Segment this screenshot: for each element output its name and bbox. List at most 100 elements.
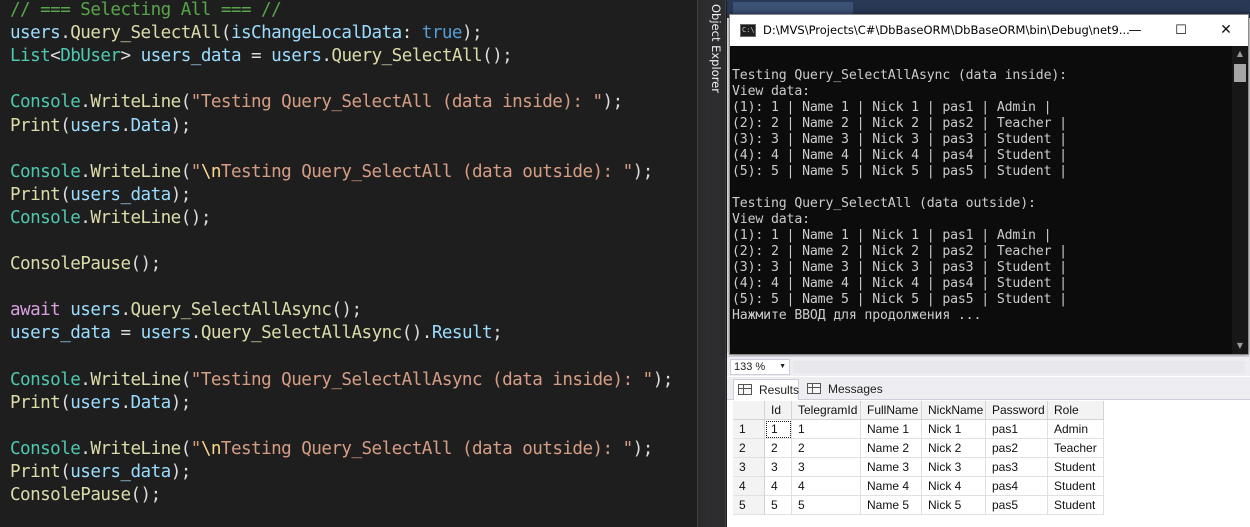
- code-token: );: [170, 392, 192, 413]
- column-header[interactable]: Id: [765, 401, 792, 420]
- code-token: Console: [10, 207, 81, 228]
- column-header[interactable]: Password: [986, 401, 1048, 420]
- table-cell[interactable]: 1: [792, 420, 861, 439]
- table-cell[interactable]: 2: [792, 439, 861, 458]
- code-token: .: [80, 369, 91, 390]
- maximize-button[interactable]: ☐: [1158, 15, 1204, 46]
- table-cell[interactable]: Nick 2: [922, 439, 986, 458]
- zoom-value: 133 %: [734, 361, 766, 373]
- code-token: ();: [331, 300, 362, 321]
- code-token: ().: [401, 323, 433, 344]
- results-grid[interactable]: Id TelegramId FullName NickName Password Role…: [727, 401, 1250, 527]
- code-token: .: [120, 300, 131, 321]
- code-token: ConsolePause: [10, 254, 131, 275]
- row-number[interactable]: 5: [733, 496, 765, 515]
- scroll-up-arrow-icon[interactable]: ▲: [1232, 46, 1248, 62]
- table-cell[interactable]: pas1: [986, 420, 1048, 439]
- code-line: users.Query_SelectAll(isChangeLocalData:…: [10, 22, 483, 45]
- horizontal-scrollbar[interactable]: [793, 361, 1245, 373]
- table-cell[interactable]: 3: [792, 458, 861, 477]
- table-cell[interactable]: Nick 4: [922, 477, 986, 496]
- code-token: Query_SelectAllAsync: [130, 300, 332, 321]
- scroll-thumb[interactable]: [1234, 64, 1246, 82]
- scroll-down-arrow-icon[interactable]: ▼: [1232, 338, 1248, 354]
- code-token: List: [10, 46, 51, 67]
- tab-results[interactable]: Results: [733, 379, 799, 400]
- table-cell[interactable]: 4: [765, 477, 792, 496]
- console-line: (3): 3 | Name 3 | Nick 3 | pas3 | Studen…: [732, 260, 1067, 275]
- results-tab-bar: Results Messages: [727, 377, 1250, 400]
- table-cell[interactable]: Name 5: [861, 496, 922, 515]
- code-token: "Testing Query_SelectAll (data inside): …: [190, 92, 603, 113]
- console-window[interactable]: C:\ D:\MVS\Projects\C#\DbBaseORM\DbBaseO…: [729, 14, 1249, 355]
- code-token: Result: [431, 323, 493, 344]
- code-line: ConsolePause();: [10, 484, 161, 507]
- column-header[interactable]: NickName: [922, 401, 986, 420]
- code-token: );: [652, 369, 674, 390]
- table-cell[interactable]: 2: [765, 439, 792, 458]
- console-titlebar[interactable]: C:\ D:\MVS\Projects\C#\DbBaseORM\DbBaseO…: [730, 15, 1248, 46]
- code-token: Query_SelectAllAsync: [200, 323, 402, 344]
- tab-messages[interactable]: Messages: [803, 379, 883, 400]
- code-token: Print: [10, 462, 61, 482]
- code-editor[interactable]: // === Selecting All === //users.Query_S…: [0, 0, 697, 527]
- code-token: Data: [130, 115, 172, 136]
- table-cell[interactable]: Admin: [1048, 420, 1104, 439]
- column-header[interactable]: TelegramId: [792, 401, 861, 420]
- table-cell[interactable]: 5: [765, 496, 792, 515]
- minimize-button[interactable]: —: [1112, 15, 1158, 46]
- table-cell[interactable]: pas2: [986, 439, 1048, 458]
- chevron-down-icon: ▼: [779, 363, 786, 370]
- code-token: );: [632, 161, 654, 182]
- code-line: // === Selecting All === //: [10, 0, 282, 22]
- code-token: WriteLine: [90, 369, 181, 390]
- code-token: Print: [10, 115, 61, 136]
- console-line: (4): 4 | Name 4 | Nick 4 | pas4 | Studen…: [732, 148, 1067, 163]
- zoom-select[interactable]: 133 % ▼: [730, 359, 790, 375]
- close-button[interactable]: ✕: [1203, 15, 1249, 46]
- code-token: WriteLine: [90, 207, 181, 228]
- code-token: Print: [10, 184, 61, 205]
- column-header[interactable]: FullName: [861, 401, 922, 420]
- code-token: (: [60, 392, 71, 413]
- table-cell[interactable]: 4: [792, 477, 861, 496]
- table-cell[interactable]: pas5: [986, 496, 1048, 515]
- table-cell[interactable]: Name 1: [861, 420, 922, 439]
- table-cell[interactable]: Nick 1: [922, 420, 986, 439]
- table-cell[interactable]: Nick 3: [922, 458, 986, 477]
- table-cell[interactable]: Student: [1048, 458, 1104, 477]
- table-cell[interactable]: Student: [1048, 477, 1104, 496]
- grid-corner[interactable]: [733, 401, 765, 420]
- code-line: Print(users.Data);: [10, 115, 191, 138]
- table-cell[interactable]: Name 4: [861, 477, 922, 496]
- table-cell[interactable]: 5: [792, 496, 861, 515]
- table-cell[interactable]: pas4: [986, 477, 1048, 496]
- code-token: .: [321, 46, 332, 67]
- code-token: Console: [10, 369, 81, 390]
- table-cell[interactable]: Name 2: [861, 439, 922, 458]
- code-token: ;: [492, 323, 503, 344]
- code-token: .: [190, 323, 202, 344]
- column-header[interactable]: Role: [1048, 401, 1104, 420]
- row-number[interactable]: 4: [733, 477, 765, 496]
- table-cell[interactable]: Teacher: [1048, 439, 1104, 458]
- table-cell[interactable]: Nick 5: [922, 496, 986, 515]
- table-cell[interactable]: 3: [765, 458, 792, 477]
- row-number[interactable]: 2: [733, 439, 765, 458]
- code-line: ConsolePause();: [10, 253, 161, 276]
- code-token: >: [120, 46, 141, 67]
- console-line: (1): 1 | Name 1 | Nick 1 | pas1 | Admin …: [732, 228, 1052, 243]
- pane-splitter[interactable]: [697, 0, 705, 527]
- row-number[interactable]: 3: [733, 458, 765, 477]
- code-token: Testing Query_SelectAll (data outside): …: [220, 438, 633, 459]
- table-cell[interactable]: 1: [765, 420, 792, 439]
- console-scrollbar[interactable]: ▲ ▼: [1232, 46, 1248, 354]
- table-cell[interactable]: Name 3: [861, 458, 922, 477]
- code-token: .: [80, 92, 91, 113]
- table-cell[interactable]: Student: [1048, 496, 1104, 515]
- console-line: (5): 5 | Name 5 | Nick 5 | pas5 | Studen…: [732, 164, 1067, 179]
- object-explorer-tab[interactable]: Object Explorer: [705, 0, 726, 527]
- row-number[interactable]: 1: [733, 420, 765, 439]
- table-cell[interactable]: pas3: [986, 458, 1048, 477]
- code-token: users: [70, 300, 121, 321]
